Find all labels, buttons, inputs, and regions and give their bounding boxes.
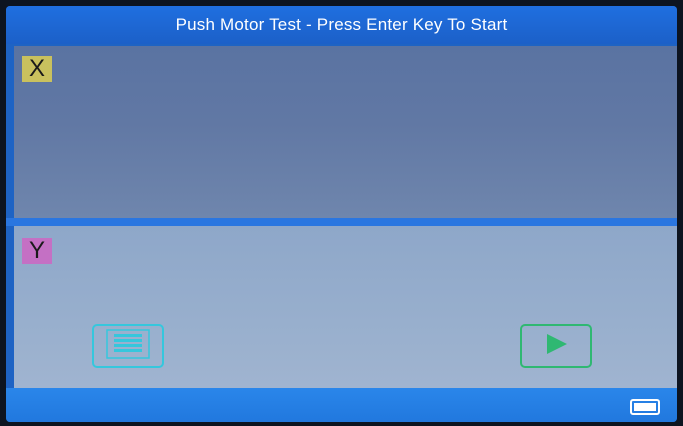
y-axis-label: Y	[22, 238, 52, 264]
menu-button[interactable]	[92, 324, 164, 368]
menu-list-icon	[106, 328, 150, 364]
battery-icon	[630, 399, 660, 415]
play-icon	[543, 332, 569, 361]
x-axis-panel	[14, 46, 677, 218]
title-bar: Push Motor Test - Press Enter Key To Sta…	[6, 6, 677, 44]
device-screen: Push Motor Test - Press Enter Key To Sta…	[6, 6, 677, 422]
x-axis-label: X	[22, 56, 52, 82]
status-bar	[6, 388, 677, 422]
page-title: Push Motor Test - Press Enter Key To Sta…	[175, 15, 508, 34]
start-button[interactable]	[520, 324, 592, 368]
battery-level	[634, 403, 656, 411]
panel-divider	[6, 218, 677, 226]
